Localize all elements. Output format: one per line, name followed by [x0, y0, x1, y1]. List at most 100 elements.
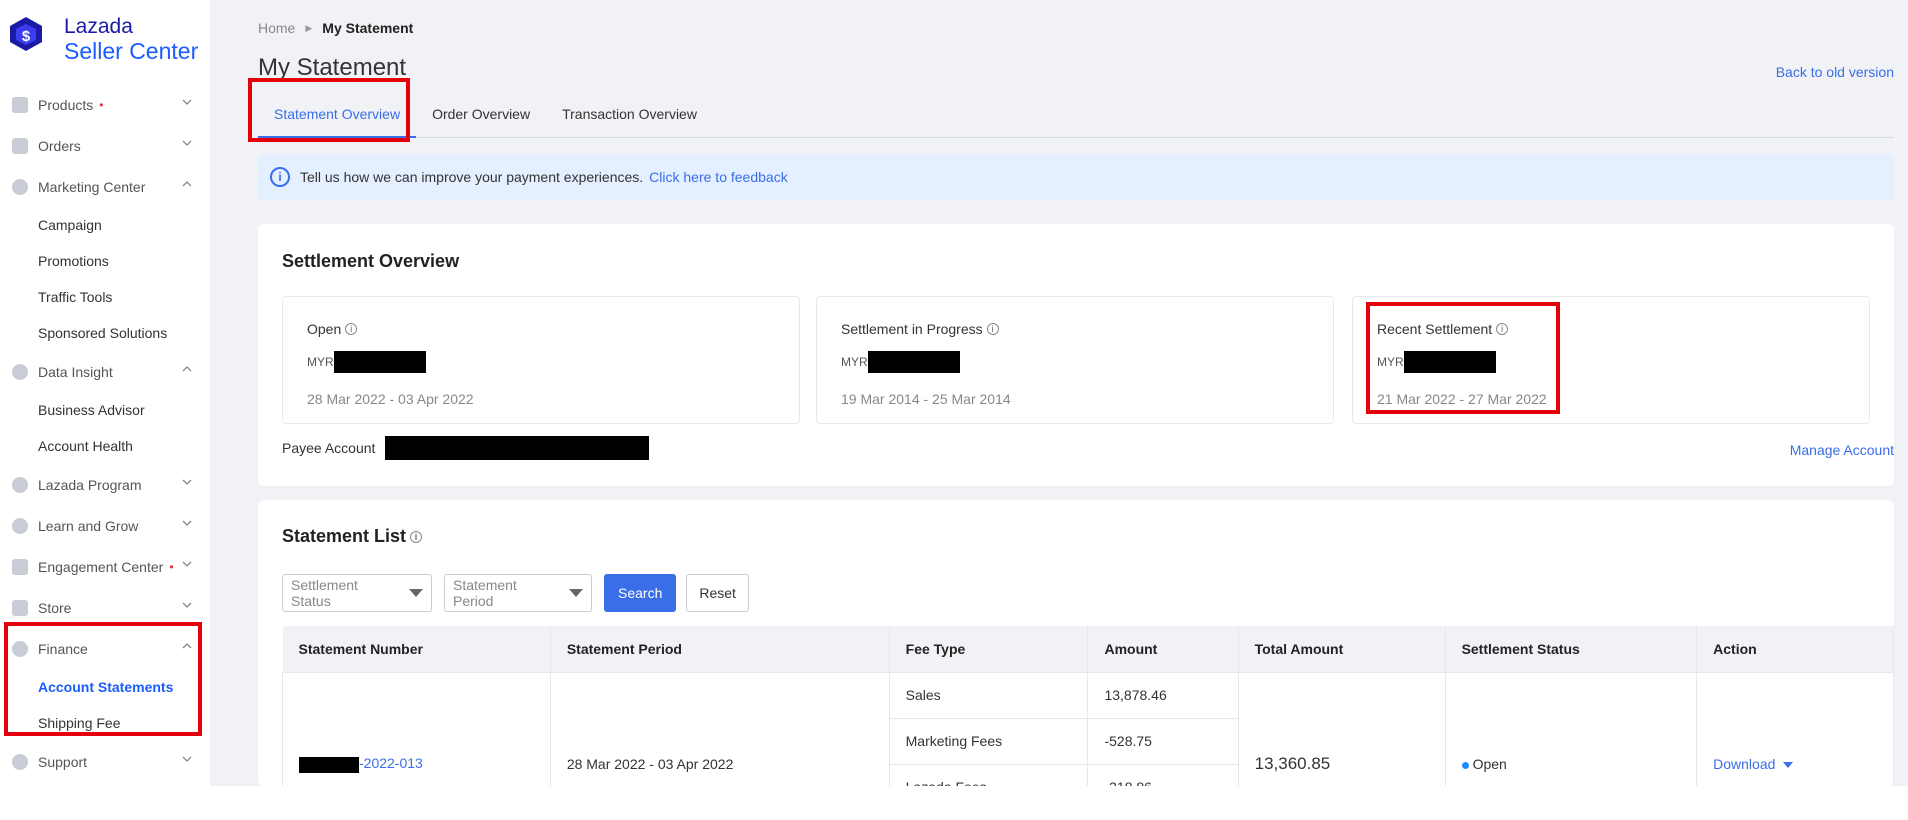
highlight-box-finance	[4, 622, 202, 736]
reset-button[interactable]: Reset	[686, 574, 749, 612]
chevron-up-icon	[182, 366, 192, 372]
tab-bar: Statement Overview Order Overview Transa…	[258, 100, 1894, 138]
column-header: Statement Number	[282, 626, 551, 672]
statement-period-select[interactable]: Statement Period	[444, 574, 592, 612]
sidebar-item-label: Orders	[38, 137, 81, 154]
settlement-status-select[interactable]: Settlement Status	[282, 574, 432, 612]
fee-type-cell: Marketing Fees	[888, 717, 1089, 765]
redacted-statement-prefix	[299, 756, 359, 773]
highlight-box-recent-settlement	[1366, 302, 1560, 414]
manage-account-link[interactable]: Manage Account	[1790, 442, 1894, 458]
sidebar-subitem-account-health[interactable]: Account Health	[0, 428, 210, 464]
learn-icon	[12, 517, 28, 534]
sidebar-item-data-insight[interactable]: Data Insight	[0, 351, 210, 392]
svg-text:$: $	[22, 28, 31, 45]
chevron-up-icon	[182, 181, 192, 187]
back-to-old-version-link[interactable]: Back to old version	[1776, 64, 1894, 80]
amount-cell: -318.86	[1087, 763, 1239, 786]
download-label: Download	[1713, 756, 1776, 772]
sidebar-subitem-promotions[interactable]: Promotions	[0, 243, 210, 279]
status-dot-icon	[1461, 761, 1469, 769]
fee-type-cell: Sales	[888, 671, 1089, 719]
tab-order-overview[interactable]: Order Overview	[416, 100, 546, 138]
sidebar-item-label: Store	[38, 599, 72, 616]
sidebar-item-products[interactable]: Products •	[0, 84, 210, 125]
feedback-text: Tell us how we can improve your payment …	[300, 169, 644, 185]
brand-name: Lazada Seller Center	[64, 14, 198, 64]
stat-amount: MYR	[841, 351, 960, 373]
caret-down-icon	[409, 589, 423, 597]
search-button[interactable]: Search	[604, 574, 677, 612]
tab-transaction-overview[interactable]: Transaction Overview	[546, 100, 713, 138]
download-button[interactable]: Download	[1713, 756, 1794, 772]
info-icon[interactable]: i	[410, 530, 423, 543]
stat-label-text: Open	[307, 321, 342, 337]
stat-currency: MYR	[307, 355, 334, 369]
sidebar-item-lazada-program[interactable]: Lazada Program	[0, 464, 210, 505]
sidebar-item-orders[interactable]: Orders	[0, 125, 210, 166]
breadcrumb: Home ▶ My Statement	[258, 20, 413, 36]
info-icon[interactable]: i	[345, 323, 358, 335]
orders-icon	[12, 137, 28, 154]
statement-list-card: Statement List i Settlement Status Statem…	[258, 500, 1894, 786]
stat-label-text: Settlement in Progress	[841, 321, 983, 337]
status-text: Open	[1472, 756, 1507, 772]
payee-account: Payee Account	[282, 436, 650, 460]
chevron-down-icon	[182, 756, 192, 762]
column-header: Total Amount	[1238, 626, 1446, 672]
sidebar: $ Lazada Seller Center Products • Orders…	[0, 0, 210, 786]
statement-list-title: Statement List i	[282, 526, 423, 547]
statement-table: Statement Number Statement Period Fee Ty…	[282, 626, 1894, 786]
sidebar-subitem-traffic-tools[interactable]: Traffic Tools	[0, 279, 210, 315]
stat-amount: MYR	[307, 351, 426, 373]
logo[interactable]: $ Lazada Seller Center	[6, 14, 198, 64]
caret-down-icon	[1783, 762, 1794, 769]
open-settlement-box: Open i MYR 28 Mar 2022 - 03 Apr 2022	[282, 296, 800, 424]
redacted-account	[385, 436, 650, 460]
sidebar-item-learn-and-grow[interactable]: Learn and Grow	[0, 505, 210, 546]
chevron-down-icon	[182, 602, 192, 608]
statement-number-link[interactable]: -2022-013	[359, 755, 423, 771]
redacted-amount	[333, 351, 426, 373]
select-placeholder: Statement Period	[453, 577, 517, 609]
stat-label: Settlement in Progress i	[841, 321, 999, 337]
column-header: Settlement Status	[1445, 626, 1698, 672]
chevron-right-icon: ▶	[305, 22, 313, 33]
notification-dot: •	[99, 97, 104, 112]
in-progress-settlement-box: Settlement in Progress i MYR 19 Mar 2014 …	[816, 296, 1334, 424]
statement-period-cell: 28 Mar 2022 - 03 Apr 2022	[549, 671, 890, 786]
sidebar-subitem-sponsored-solutions[interactable]: Sponsored Solutions	[0, 315, 210, 351]
sidebar-item-label: Products	[38, 96, 94, 113]
payee-account-label: Payee Account	[282, 440, 376, 456]
feedback-banner: i Tell us how we can improve your paymen…	[258, 154, 1894, 200]
action-cell: Download	[1696, 671, 1894, 786]
filter-bar: Settlement Status Statement Period Searc…	[282, 574, 749, 612]
fee-type-cell: Lazada Fees	[888, 763, 1089, 786]
sidebar-item-support[interactable]: Support	[0, 741, 210, 782]
amount-cell: -528.75	[1087, 717, 1239, 765]
sidebar-item-marketing-center[interactable]: Marketing Center	[0, 166, 210, 207]
sidebar-item-label: Data Insight	[38, 363, 113, 380]
column-header: Amount	[1087, 626, 1239, 672]
marketing-icon	[12, 178, 28, 195]
sidebar-subitem-business-advisor[interactable]: Business Advisor	[0, 392, 210, 428]
help-icon	[12, 753, 28, 770]
select-placeholder: Settlement Status	[291, 577, 358, 609]
column-header: Fee Type	[889, 626, 1089, 672]
table-header-row: Statement Number Statement Period Fee Ty…	[282, 626, 1894, 672]
sidebar-item-label: Lazada Program	[38, 476, 142, 493]
products-icon	[12, 96, 28, 113]
sidebar-subitem-campaign[interactable]: Campaign	[0, 207, 210, 243]
settlement-overview-card: Settlement Overview Open i MYR 28 Mar 202…	[258, 224, 1894, 486]
sidebar-item-label: Engagement Center	[38, 558, 164, 575]
sidebar-item-engagement-center[interactable]: Engagement Center •	[0, 546, 210, 587]
breadcrumb-current: My Statement	[322, 20, 414, 36]
column-header: Statement Period	[550, 626, 890, 672]
info-icon[interactable]: i	[986, 323, 999, 335]
brand-line1: Lazada	[64, 15, 133, 38]
feedback-link[interactable]: Click here to feedback	[649, 169, 788, 185]
breadcrumb-home[interactable]: Home	[258, 20, 295, 36]
amount-cell: 13,878.46	[1087, 671, 1239, 719]
chevron-down-icon	[182, 520, 192, 526]
notification-dot: •	[169, 559, 174, 574]
